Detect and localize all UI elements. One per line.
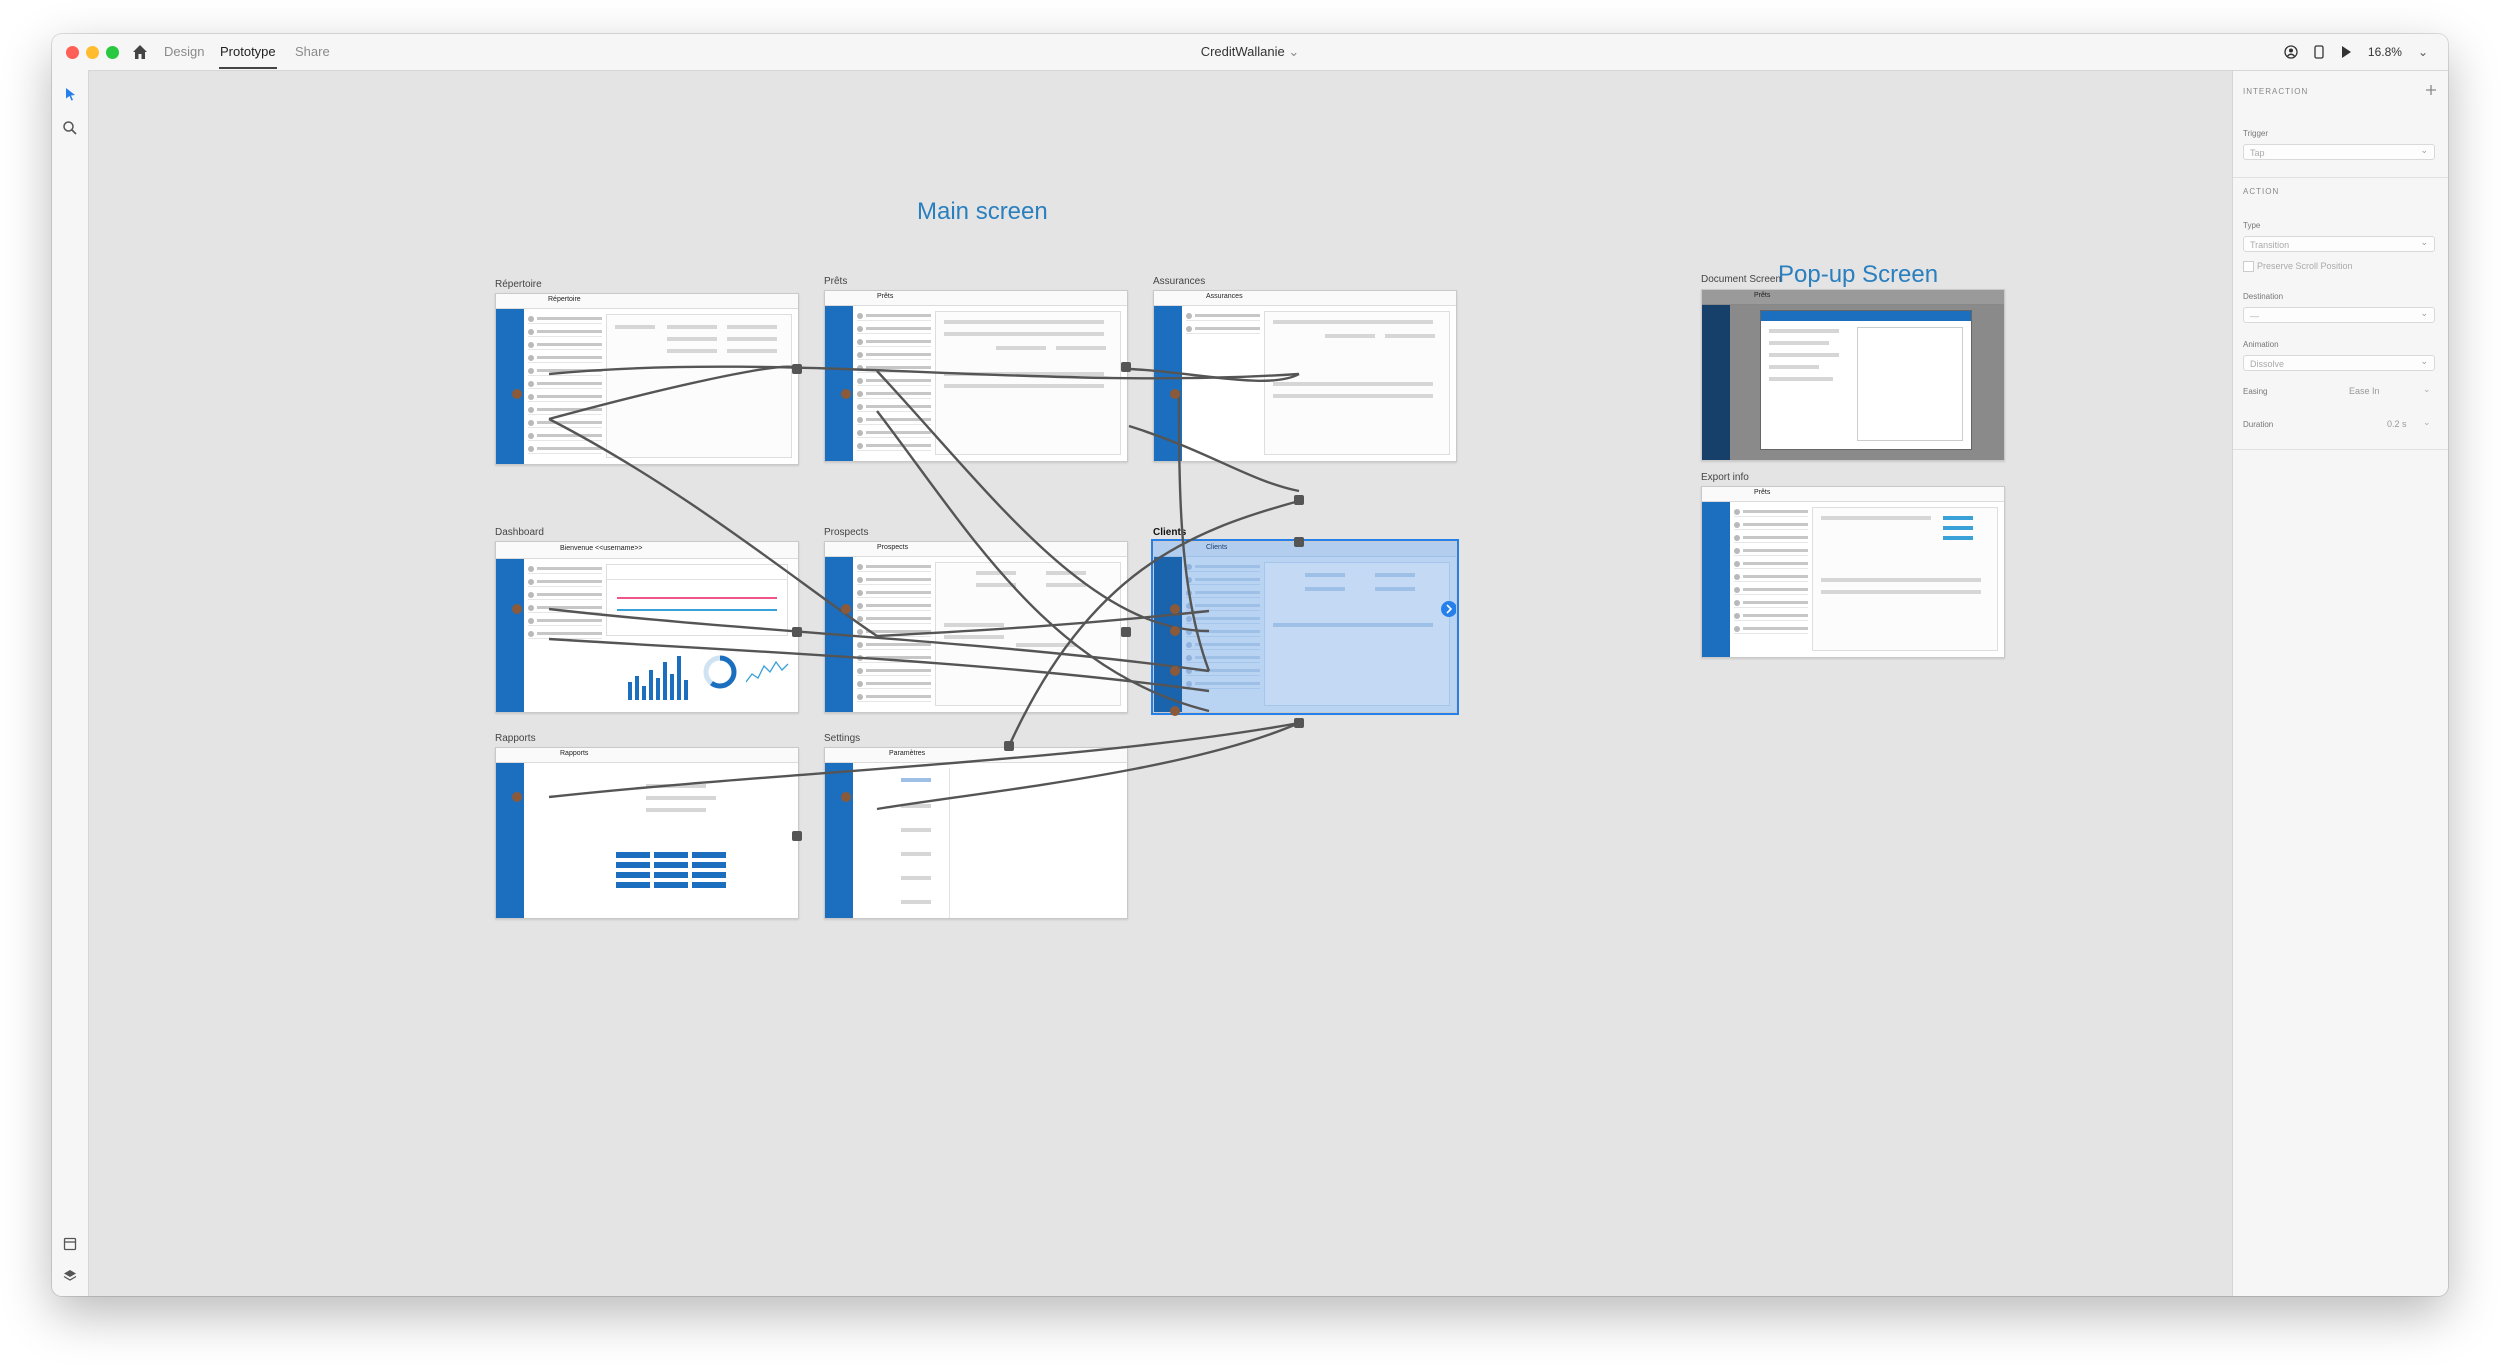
chevron-down-icon: ⌄ <box>1288 44 1300 59</box>
divider <box>2233 177 2448 178</box>
artboard-document-screen[interactable]: Prêts <box>1701 289 2005 461</box>
destination-label: Destination <box>2243 292 2284 301</box>
select-tool-icon[interactable] <box>62 86 78 102</box>
search-icon[interactable] <box>62 120 78 136</box>
preserve-scroll-checkbox[interactable] <box>2243 261 2254 272</box>
active-tab-indicator <box>219 67 277 69</box>
divider <box>2233 449 2448 450</box>
prototype-canvas[interactable]: Main screen Pop-up Screen Répertoire Rép… <box>89 71 2232 1296</box>
toolbar-right: 16.8% ⌄ <box>2284 42 2428 62</box>
document-title[interactable]: CreditWallanie ⌄ <box>52 44 2448 60</box>
trigger-label: Trigger <box>2243 129 2269 138</box>
interaction-heading: INTERACTION <box>2243 87 2309 96</box>
prototype-wires <box>512 362 1304 841</box>
tool-rail <box>52 70 89 1296</box>
type-label: Type <box>2243 221 2261 230</box>
destination-select[interactable]: — <box>2243 307 2435 323</box>
user-icon[interactable] <box>2284 45 2298 59</box>
artboard-title: Prêts <box>1754 292 1771 299</box>
section-title-popup: Pop-up Screen <box>1778 261 1939 288</box>
add-interaction-icon[interactable] <box>2426 85 2436 95</box>
duration-input[interactable]: 0.2 s <box>2387 419 2407 429</box>
action-heading: ACTION <box>2243 187 2280 196</box>
app-window: Design Prototype Share CreditWallanie ⌄ … <box>52 34 2448 1296</box>
type-select[interactable]: Transition <box>2243 236 2435 252</box>
zoom-level[interactable]: 16.8% <box>2368 45 2402 59</box>
duration-label: Duration <box>2243 420 2274 429</box>
artboard-label-export[interactable]: Export info <box>1701 472 1749 483</box>
easing-label: Easing <box>2243 387 2268 396</box>
document-title-text: CreditWallanie <box>1200 44 1285 59</box>
layers-icon[interactable] <box>62 1268 78 1284</box>
artboard-title: Prêts <box>1754 489 1771 496</box>
easing-select[interactable]: Ease In <box>2349 386 2380 396</box>
interaction-panel: INTERACTION Trigger Tap ACTION Type Tran… <box>2232 71 2448 1296</box>
easing-chevron-icon[interactable]: ⌄ <box>2423 384 2431 395</box>
document-modal <box>1760 310 1972 450</box>
duration-chevron-icon[interactable]: ⌄ <box>2423 417 2431 428</box>
animation-select[interactable]: Dissolve <box>2243 355 2435 371</box>
preserve-scroll-label: Preserve Scroll Position <box>2257 261 2353 271</box>
trigger-select[interactable]: Tap <box>2243 144 2435 160</box>
animation-label: Animation <box>2243 340 2279 349</box>
artboard-export-info[interactable]: Prêts <box>1701 486 2005 658</box>
artboard-label-document[interactable]: Document Screen <box>1701 274 1781 285</box>
play-icon[interactable] <box>2340 45 2352 59</box>
device-preview-icon[interactable] <box>2314 45 2324 59</box>
title-bar: Design Prototype Share CreditWallanie ⌄ … <box>52 34 2448 71</box>
zoom-chevron-icon[interactable]: ⌄ <box>2418 45 2428 59</box>
document-assets-icon[interactable] <box>62 1236 78 1252</box>
